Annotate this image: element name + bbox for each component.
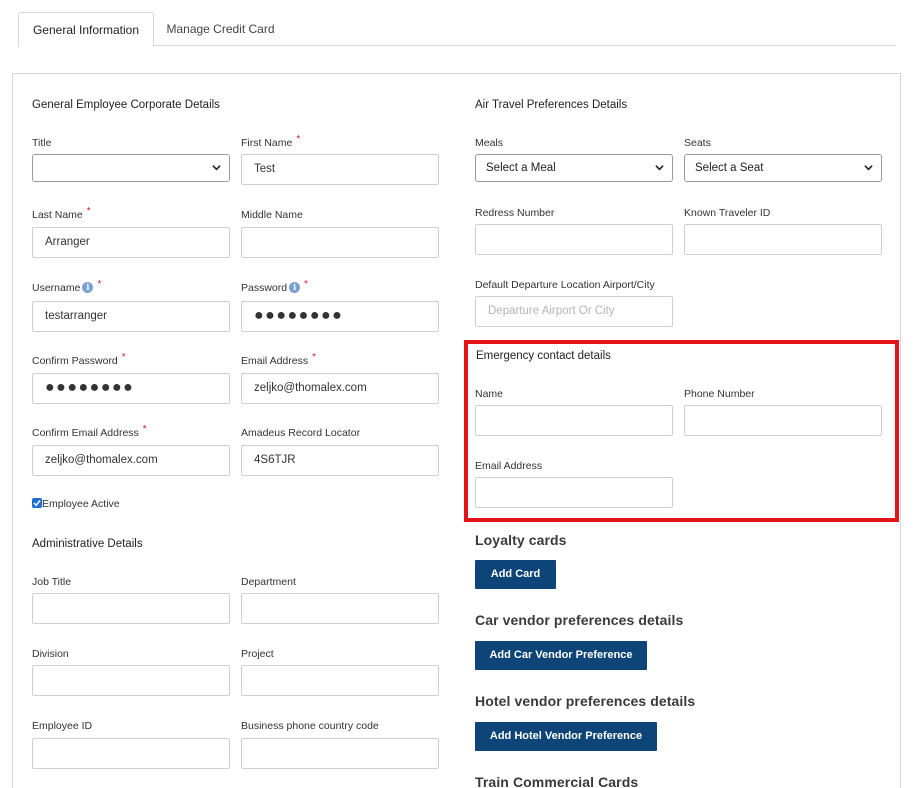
business-phone-input[interactable] [241, 738, 439, 769]
project-input[interactable] [241, 665, 439, 696]
emergency-name-input[interactable] [475, 405, 673, 436]
car-vendor-title: Car vendor preferences details [475, 612, 684, 628]
middle-name-input[interactable] [241, 227, 439, 258]
add-hotel-vendor-button[interactable]: Add Hotel Vendor Preference [475, 722, 657, 751]
checkmark-icon [33, 500, 41, 507]
emergency-phone-label: Phone Number [684, 388, 755, 400]
last-name-input[interactable]: Arranger [32, 227, 230, 258]
tab-manage-credit-card[interactable]: Manage Credit Card [154, 12, 287, 46]
email-input[interactable]: zeljko@thomalex.com [241, 373, 439, 404]
emergency-email-input[interactable] [475, 477, 673, 508]
project-label: Project [241, 648, 274, 660]
info-icon[interactable]: i [289, 282, 301, 293]
tab-bar: General Information Manage Credit Card [18, 12, 896, 47]
username-label: Username i * [32, 279, 102, 294]
departure-location-input[interactable]: Departure Airport Or City [475, 296, 673, 327]
confirm-password-label: Confirm Password * [32, 352, 126, 367]
emergency-name-label: Name [475, 388, 504, 400]
seats-label: Seats [684, 137, 711, 149]
last-name-label: Last Name * [32, 206, 91, 221]
first-name-label: First Name * [241, 134, 301, 149]
job-title-input[interactable] [32, 593, 230, 624]
corporate-details-title: General Employee Corporate Details [32, 99, 220, 111]
add-card-button[interactable]: Add Card [475, 560, 556, 589]
title-label: Title [32, 137, 52, 149]
employee-active-checkbox[interactable] [32, 498, 42, 508]
title-select[interactable] [32, 154, 230, 182]
info-icon[interactable]: i [82, 282, 94, 293]
employee-active-checkbox-row: Employee Active [32, 498, 120, 510]
train-commercial-title: Train Commercial Cards [475, 774, 639, 788]
emergency-email-label: Email Address [475, 460, 543, 472]
meals-label: Meals [475, 137, 504, 149]
redress-number-input[interactable] [475, 224, 673, 255]
first-name-input[interactable]: Test [241, 154, 439, 185]
departure-location-label: Default Departure Location Airport/City [475, 279, 655, 291]
air-travel-title: Air Travel Preferences Details [475, 99, 628, 111]
administrative-details-title: Administrative Details [32, 538, 143, 550]
tab-general-information[interactable]: General Information [18, 12, 154, 47]
business-phone-label: Business phone country code [241, 720, 379, 732]
confirm-password-input[interactable]: ●●●●●●●● [32, 373, 230, 404]
seats-select[interactable]: Select a Seat [684, 154, 882, 182]
record-locator-label: Amadeus Record Locator [241, 427, 361, 439]
known-traveler-label: Known Traveler ID [684, 207, 771, 219]
division-label: Division [32, 648, 69, 660]
employee-id-label: Employee ID [32, 720, 93, 732]
chevron-down-icon [864, 165, 873, 171]
job-title-label: Job Title [32, 576, 72, 588]
emergency-contact-title: Emergency contact details [476, 350, 611, 362]
confirm-email-label: Confirm Email Address * [32, 424, 147, 439]
password-label: Password i * [241, 279, 309, 294]
password-input[interactable]: ●●●●●●●● [241, 301, 439, 332]
username-input[interactable]: testarranger [32, 301, 230, 332]
emergency-phone-input[interactable] [684, 405, 882, 436]
known-traveler-input[interactable] [684, 224, 882, 255]
email-label: Email Address * [241, 352, 317, 367]
meals-select[interactable]: Select a Meal [475, 154, 673, 182]
confirm-email-input[interactable]: zeljko@thomalex.com [32, 445, 230, 476]
chevron-down-icon [212, 165, 221, 171]
employee-active-label: Employee Active [42, 498, 120, 510]
redress-number-label: Redress Number [475, 207, 555, 219]
department-label: Department [241, 576, 296, 588]
department-input[interactable] [241, 593, 439, 624]
hotel-vendor-title: Hotel vendor preferences details [475, 693, 696, 709]
middle-name-label: Middle Name [241, 209, 303, 221]
loyalty-cards-title: Loyalty cards [475, 532, 567, 548]
division-input[interactable] [32, 665, 230, 696]
employee-id-input[interactable] [32, 738, 230, 769]
chevron-down-icon [655, 165, 664, 171]
add-car-vendor-button[interactable]: Add Car Vendor Preference [475, 641, 647, 670]
record-locator-input[interactable]: 4S6TJR [241, 445, 439, 476]
